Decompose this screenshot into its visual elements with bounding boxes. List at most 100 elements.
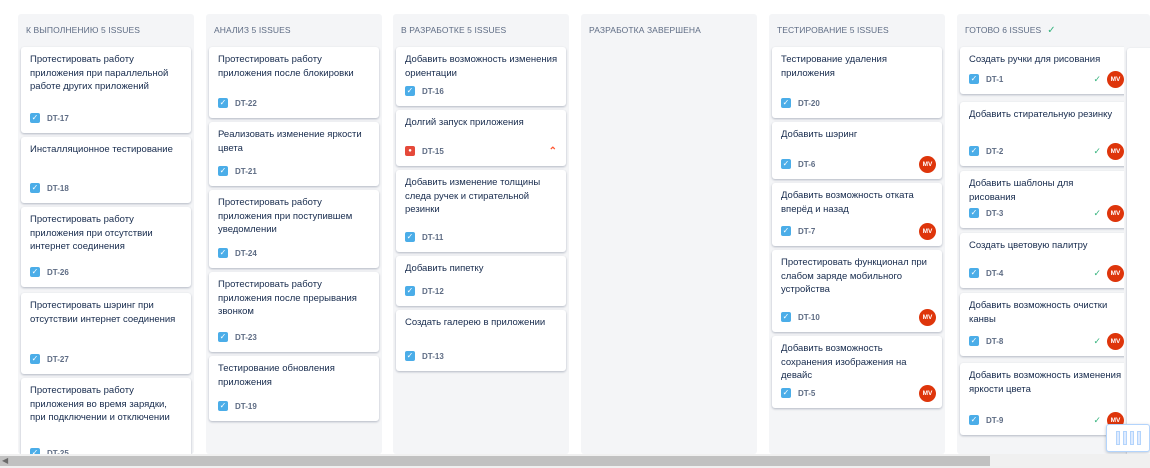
issue-key[interactable]: DT-1 bbox=[986, 75, 1003, 84]
issue-card[interactable]: Тестирование удаления приложения ✓ DT-20 bbox=[772, 47, 942, 118]
issue-card[interactable]: Создать ручки для рисования ✓ DT-1 ✓ MV bbox=[960, 47, 1130, 94]
issue-footer: ✓ DT-8 ✓ MV bbox=[969, 332, 1124, 350]
issue-card[interactable]: Добавить возможность отката вперёд и наз… bbox=[772, 183, 942, 246]
issue-key[interactable]: DT-9 bbox=[986, 416, 1003, 425]
avatar[interactable]: MV bbox=[1107, 332, 1124, 350]
issue-card[interactable]: Добавить пипетку ✓ DT-12 bbox=[396, 256, 566, 306]
issue-card[interactable]: Протестировать работу приложения во врем… bbox=[21, 378, 191, 454]
column-toggle-button[interactable] bbox=[1106, 424, 1150, 452]
issue-card[interactable]: Добавить возможность очистки канвы ✓ DT-8 ✓… bbox=[960, 293, 1130, 356]
checkbox-icon: ✓ bbox=[218, 332, 228, 342]
issue-card[interactable]: Протестировать работу приложения при отс… bbox=[21, 207, 191, 287]
column-title: ТЕСТИРОВАНИЕ 5 ISSUES bbox=[777, 25, 889, 35]
issue-key[interactable]: DT-8 bbox=[986, 337, 1003, 346]
issue-footer: ✓ DT-26 bbox=[30, 265, 185, 279]
column-partial bbox=[1124, 14, 1150, 468]
issue-title: Протестировать работу приложения после б… bbox=[218, 54, 354, 79]
issue-footer: ✓ DT-7 MV bbox=[781, 222, 936, 240]
issue-key[interactable]: DT-3 bbox=[986, 209, 1003, 218]
bug-icon: ● bbox=[405, 146, 415, 156]
avatar[interactable]: MV bbox=[1107, 70, 1124, 88]
issue-card[interactable]: Инсталляционное тестирование ✓ DT-18 bbox=[21, 137, 191, 203]
issue-card[interactable]: Добавить возможность изменения ориентаци… bbox=[396, 47, 566, 106]
issue-title: Долгий запуск приложения bbox=[405, 117, 524, 128]
issue-card[interactable]: Протестировать работу приложения при пос… bbox=[209, 190, 379, 268]
column-3: РАЗРАБОТКА ЗАВЕРШЕНА bbox=[581, 14, 757, 454]
issue-footer: ✓ DT-21 bbox=[218, 164, 373, 178]
issue-footer: ✓ DT-13 bbox=[405, 349, 560, 363]
issue-title: Добавить возможность изменения яркости ц… bbox=[969, 370, 1122, 395]
issue-footer: ✓ DT-25 bbox=[30, 446, 185, 454]
issue-key[interactable]: DT-10 bbox=[798, 313, 820, 322]
checkbox-icon: ✓ bbox=[30, 267, 40, 277]
issue-title: Протестировать шэринг при отсутствии инт… bbox=[30, 300, 176, 325]
issue-key[interactable]: DT-11 bbox=[422, 233, 443, 242]
avatar[interactable]: MV bbox=[1107, 264, 1124, 282]
issue-key[interactable]: DT-13 bbox=[422, 352, 444, 361]
issue-card[interactable]: Добавить шэринг ✓ DT-6 MV bbox=[772, 122, 942, 179]
issue-key[interactable]: DT-19 bbox=[235, 402, 257, 411]
issue-card[interactable]: Создать цветовую палитру ✓ DT-4 ✓ MV bbox=[960, 233, 1130, 288]
issue-card[interactable]: Долгий запуск приложения ● DT-15 ⌃ bbox=[396, 110, 566, 166]
issue-key[interactable]: DT-4 bbox=[986, 269, 1003, 278]
issue-card[interactable]: Протестировать функционал при слабом зар… bbox=[772, 250, 942, 332]
checkbox-icon: ✓ bbox=[30, 113, 40, 123]
issue-title: Протестировать работу приложения во врем… bbox=[30, 385, 170, 423]
avatar[interactable]: MV bbox=[1107, 204, 1124, 222]
avatar[interactable]: MV bbox=[919, 155, 936, 173]
issue-card[interactable]: Реализовать изменение яркости цвета ✓ DT-2… bbox=[209, 122, 379, 186]
issue-card[interactable]: Протестировать работу приложения при пар… bbox=[21, 47, 191, 133]
issue-key[interactable]: DT-5 bbox=[798, 389, 815, 398]
issue-key[interactable]: DT-2 bbox=[986, 147, 1003, 156]
column-header: ГОТОВО 6 ISSUES ✓ bbox=[957, 14, 1133, 46]
scroll-left-icon[interactable]: ◀ bbox=[2, 456, 10, 466]
issue-key[interactable]: DT-7 bbox=[798, 227, 815, 236]
issue-key[interactable]: DT-15 bbox=[422, 147, 444, 156]
issue-card[interactable]: Протестировать работу приложения после б… bbox=[209, 47, 379, 118]
issue-key[interactable]: DT-21 bbox=[235, 167, 257, 176]
scrollbar-thumb[interactable] bbox=[0, 456, 990, 466]
avatar[interactable]: MV bbox=[919, 222, 936, 240]
issue-card[interactable]: Создать галерею в приложении ✓ DT-13 bbox=[396, 310, 566, 371]
issue-card[interactable]: Протестировать работу приложения после п… bbox=[209, 272, 379, 352]
issue-card[interactable]: Добавить шаблоны для рисования ✓ DT-3 ✓ MV bbox=[960, 171, 1130, 228]
check-icon: ✓ bbox=[1093, 73, 1101, 84]
checkbox-icon: ✓ bbox=[30, 354, 40, 364]
issue-card[interactable]: Тестирование обновления приложения ✓ DT-19 bbox=[209, 356, 379, 421]
column-title: К ВЫПОЛНЕНИЮ 5 ISSUES bbox=[26, 25, 141, 35]
checkbox-icon: ✓ bbox=[405, 232, 415, 242]
issue-key[interactable]: DT-12 bbox=[422, 287, 444, 296]
checkbox-icon: ✓ bbox=[405, 351, 415, 361]
avatar[interactable]: MV bbox=[1107, 142, 1124, 160]
issue-key[interactable]: DT-27 bbox=[47, 355, 69, 364]
issue-key[interactable]: DT-20 bbox=[798, 99, 820, 108]
issue-card[interactable]: Добавить изменение толщины следа ручек и… bbox=[396, 170, 566, 252]
issue-title: Добавить возможность очистки канвы bbox=[969, 300, 1108, 325]
issue-footer: ✓ DT-2 ✓ MV bbox=[969, 142, 1124, 160]
issue-key[interactable]: DT-16 bbox=[422, 87, 444, 96]
issue-footer: ✓ DT-6 MV bbox=[781, 155, 936, 173]
issue-card[interactable]: Протестировать шэринг при отсутствии инт… bbox=[21, 293, 191, 374]
issue-key[interactable]: DT-6 bbox=[798, 160, 815, 169]
issue-key[interactable]: DT-17 bbox=[47, 114, 69, 123]
avatar[interactable]: MV bbox=[919, 308, 936, 326]
issue-title: Добавить шаблоны для рисования bbox=[969, 178, 1074, 203]
column-1: АНАЛИЗ 5 ISSUES Протестировать работу при… bbox=[206, 14, 382, 454]
issue-footer: ● DT-15 ⌃ bbox=[405, 144, 560, 158]
checkbox-icon: ✓ bbox=[781, 159, 791, 169]
issue-key[interactable]: DT-26 bbox=[47, 268, 69, 277]
avatar[interactable]: MV bbox=[919, 384, 936, 402]
issue-key[interactable]: DT-18 bbox=[47, 184, 69, 193]
column-header: К ВЫПОЛНЕНИЮ 5 ISSUES bbox=[18, 14, 194, 46]
issue-card[interactable]: Добавить возможность изменения яркости ц… bbox=[960, 363, 1130, 435]
issue-card[interactable]: Добавить стирательную резинку ✓ DT-2 ✓ MV bbox=[960, 102, 1130, 166]
checkbox-icon: ✓ bbox=[405, 286, 415, 296]
issue-footer: ✓ DT-27 bbox=[30, 352, 185, 366]
issue-key[interactable]: DT-24 bbox=[235, 249, 257, 258]
issue-title: Протестировать работу приложения при пос… bbox=[218, 197, 353, 235]
issue-card[interactable]: Добавить возможность сохранения изображе… bbox=[772, 336, 942, 408]
issue-key[interactable]: DT-22 bbox=[235, 99, 257, 108]
checkbox-icon: ✓ bbox=[969, 74, 979, 84]
column-5: ГОТОВО 6 ISSUES ✓ Создать ручки для рисова… bbox=[957, 14, 1133, 454]
issue-key[interactable]: DT-23 bbox=[235, 333, 257, 342]
